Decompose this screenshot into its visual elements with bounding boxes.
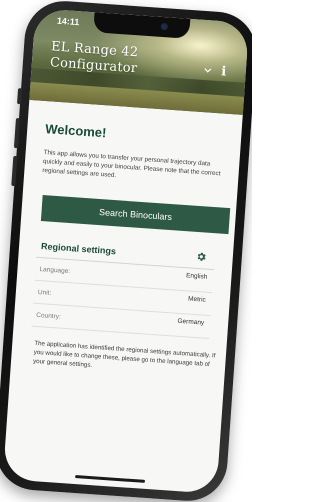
mute-switch <box>16 88 23 105</box>
setting-label: Country: <box>36 311 62 321</box>
phone-frame: 14:11 EL Range 42 Configurator i Welcome… <box>0 0 252 502</box>
chevron-down-icon[interactable] <box>204 66 213 75</box>
welcome-title: Welcome! <box>44 121 107 141</box>
main-content: Welcome! This app allows you to transfer… <box>3 100 243 494</box>
info-icon[interactable]: i <box>217 64 230 80</box>
welcome-description: This app allows you to transfer your per… <box>42 149 221 180</box>
gear-icon[interactable] <box>195 251 207 263</box>
volume-down-button <box>11 155 18 187</box>
device-mockup: 14:11 EL Range 42 Configurator i Welcome… <box>0 0 252 502</box>
regional-settings-card: Regional settings Language: English Unit… <box>25 234 220 379</box>
volume-up-button <box>13 118 20 149</box>
search-binoculars-button[interactable]: Search Binoculars <box>40 195 231 235</box>
regional-settings-note: The application has identified the regio… <box>32 339 216 369</box>
setting-label: Language: <box>39 266 71 276</box>
app-title: EL Range 42 Configurator <box>49 39 138 77</box>
status-bar-time: 14:11 <box>56 15 80 28</box>
regional-settings-title: Regional settings <box>40 241 117 257</box>
app-screen: 14:11 EL Range 42 Configurator i Welcome… <box>2 8 250 494</box>
setting-value: English <box>185 272 208 281</box>
setting-label: Unit: <box>37 288 52 297</box>
front-camera <box>160 22 168 31</box>
setting-value: Metric <box>187 295 207 304</box>
setting-value: Germany <box>177 317 205 327</box>
